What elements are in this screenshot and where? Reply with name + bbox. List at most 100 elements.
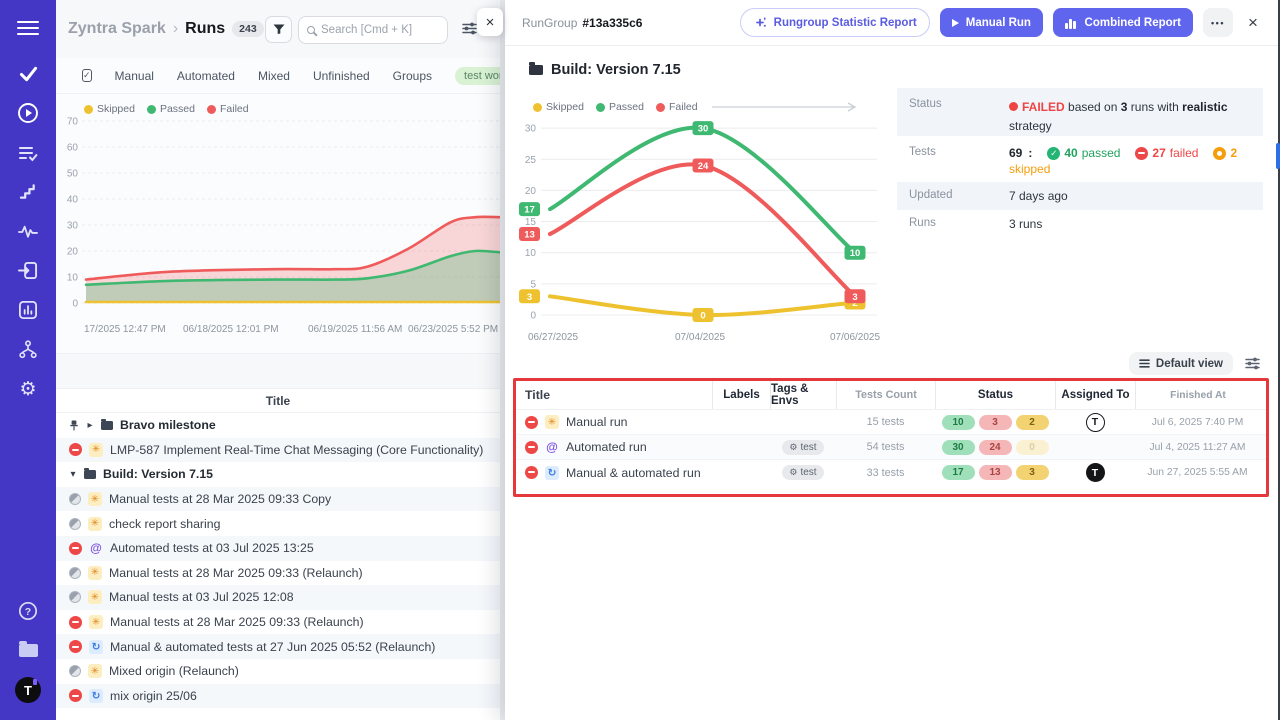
run-list-item[interactable]: ✳Manual tests at 28 Mar 2025 09:33 (Rela… (56, 610, 500, 635)
projects-folder-icon[interactable] (0, 634, 56, 666)
run-title: Automated run (566, 440, 647, 454)
check-nav-icon[interactable] (0, 58, 56, 90)
build-title-text: Build: Version 7.15 (551, 62, 681, 78)
run-list-item[interactable]: ✳Mixed origin (Relaunch) (56, 659, 500, 684)
run-list-item[interactable]: ✳Manual tests at 03 Jul 2025 12:08 (56, 585, 500, 610)
assignee-avatar[interactable]: T (1086, 413, 1105, 432)
rungroup-line-chart: 30252015105030217301013243 (515, 115, 887, 327)
table-row[interactable]: ✳Manual run15 tests1032TJul 6, 2025 7:40… (516, 410, 1266, 435)
updated-label: Updated (909, 182, 1009, 210)
column-header-title[interactable]: Title (516, 381, 712, 409)
more-actions-button[interactable]: ••• (1203, 8, 1233, 37)
settings-gear-nav-icon[interactable]: ⚙ (0, 373, 56, 405)
column-header-status[interactable]: Status (935, 381, 1055, 409)
runs-play-nav-icon[interactable] (0, 97, 56, 129)
run-list-item[interactable]: ↻Manual & automated tests at 27 Jun 2025… (56, 634, 500, 659)
labels-cell (712, 460, 770, 485)
run-list-item[interactable]: ✳Manual tests at 28 Mar 2025 09:33 Copy (56, 487, 500, 512)
tag-pill[interactable]: ⚙test (782, 465, 823, 480)
pin-icon (69, 420, 79, 431)
breadcrumb-separator: › (173, 20, 178, 38)
hamburger-menu-icon[interactable] (0, 12, 56, 44)
play-icon (952, 19, 959, 27)
help-icon[interactable]: ? (0, 595, 56, 627)
combined-report-label: Combined Report (1085, 17, 1181, 29)
scroll-right-arrow-icon[interactable] (712, 102, 862, 112)
bar-chart-nav-icon[interactable] (0, 294, 56, 326)
advanced-filters-icon[interactable] (462, 22, 477, 40)
search-box[interactable] (298, 16, 448, 44)
run-title: Manual & automated run (566, 466, 701, 480)
tab-automated[interactable]: Automated (177, 69, 235, 83)
area-chart-x-labels: 17/2025 12:47 PM06/18/2025 12:01 PM06/19… (56, 324, 500, 340)
run-title-cell[interactable]: ✳Manual run (516, 410, 712, 434)
branch-nav-icon[interactable] (0, 333, 56, 365)
x-axis-label: 06/27/2025 (528, 332, 578, 343)
legend-failed: Failed (669, 101, 698, 113)
sign-in-nav-icon[interactable] (0, 254, 56, 286)
automated-icon: @ (545, 440, 559, 454)
breadcrumb-page[interactable]: Runs (185, 20, 225, 38)
svg-text:0: 0 (700, 311, 705, 322)
run-title: check report sharing (109, 517, 220, 531)
manual-run-button[interactable]: Manual Run (940, 8, 1043, 37)
breadcrumb: Zyntra Spark › Runs 243 (68, 20, 264, 38)
gear-icon: ⚙ (789, 442, 797, 453)
runs-panel: Zyntra Spark › Runs 243 ✓ Manual Automat… (56, 0, 500, 720)
default-view-button[interactable]: Default view (1129, 352, 1233, 375)
manual-icon: ✳ (89, 615, 103, 629)
select-all-icon[interactable]: ✓ (82, 69, 92, 82)
list-check-nav-icon[interactable] (0, 137, 56, 169)
column-settings-icon[interactable] (1245, 357, 1260, 370)
table-row[interactable]: @Automated run⚙test54 tests30240Jul 4, 2… (516, 435, 1266, 460)
sidebar: ⚙ ? T (0, 0, 56, 720)
runs-list: ▸Bravo milestone✳LMP-587 Implement Real-… (56, 413, 500, 720)
column-header-finished-at[interactable]: Finished At (1135, 381, 1260, 409)
combined-report-button[interactable]: Combined Report (1053, 8, 1193, 37)
run-list-item[interactable]: ↻mix origin 25/06 (56, 684, 500, 709)
run-list-item[interactable]: ▾Build: Version 7.15 (56, 462, 500, 487)
run-list-item[interactable]: ✳LMP-587 Implement Real-Time Chat Messag… (56, 438, 500, 463)
finished-at-cell: Jun 27, 2025 5:55 AM (1135, 460, 1260, 485)
run-title: LMP-587 Implement Real-Time Chat Messagi… (110, 443, 483, 457)
column-header-tests-count[interactable]: Tests Count (836, 381, 935, 409)
folder-icon (101, 420, 113, 430)
close-panel-button[interactable]: × (477, 8, 503, 36)
search-input[interactable] (321, 24, 431, 36)
assigned-to-cell: T (1055, 460, 1135, 485)
tag-pill[interactable]: ⚙test (782, 440, 823, 455)
run-list-item[interactable]: @Automated tests at 03 Jul 2025 13:25 (56, 536, 500, 561)
workflow-filter-pill[interactable]: test work (455, 67, 500, 85)
assignee-avatar[interactable]: T (1086, 463, 1105, 482)
steps-nav-icon[interactable] (0, 176, 56, 208)
tab-mixed[interactable]: Mixed (258, 69, 290, 83)
tab-manual[interactable]: Manual (115, 69, 154, 83)
rungroup-statistic-report-button[interactable]: Rungroup Statistic Report (740, 8, 930, 37)
activity-pulse-nav-icon[interactable] (0, 215, 56, 247)
run-title-cell[interactable]: ↻Manual & automated run (516, 460, 712, 485)
svg-text:60: 60 (67, 143, 79, 154)
column-header-tags-envs[interactable]: Tags & Envs (770, 381, 836, 409)
rungroup-info: Status FAILED based on 3 runs with reali… (897, 88, 1263, 238)
x-axis-label: 17/2025 12:47 PM (84, 324, 166, 335)
run-list-item[interactable]: ✳check report sharing (56, 511, 500, 536)
table-row[interactable]: ↻Manual & automated run⚙test33 tests1713… (516, 460, 1266, 485)
tab-unfinished[interactable]: Unfinished (313, 69, 370, 83)
close-drawer-button[interactable]: × (1243, 13, 1263, 33)
run-list-item[interactable]: ▸Bravo milestone (56, 413, 500, 438)
folder-icon (84, 469, 96, 479)
tests-count-cell: 33 tests (836, 460, 935, 485)
run-title-cell[interactable]: @ Automated run (516, 435, 712, 459)
svg-text:?: ? (25, 607, 31, 618)
status-cell: 30240 (935, 435, 1055, 459)
tab-groups[interactable]: Groups (393, 69, 432, 83)
column-header-assigned-to[interactable]: Assigned To (1055, 381, 1135, 409)
filter-button[interactable] (265, 16, 292, 43)
user-avatar[interactable]: T (0, 674, 56, 706)
column-header-labels[interactable]: Labels (712, 381, 770, 409)
run-list-item[interactable]: ✳Manual tests at 28 Mar 2025 09:33 (Rela… (56, 561, 500, 586)
skipped-circle-icon (1213, 147, 1226, 160)
scrollbar-thumb[interactable] (1276, 143, 1280, 169)
breadcrumb-project[interactable]: Zyntra Spark (68, 20, 166, 38)
info-row-updated: Updated 7 days ago (897, 182, 1263, 210)
